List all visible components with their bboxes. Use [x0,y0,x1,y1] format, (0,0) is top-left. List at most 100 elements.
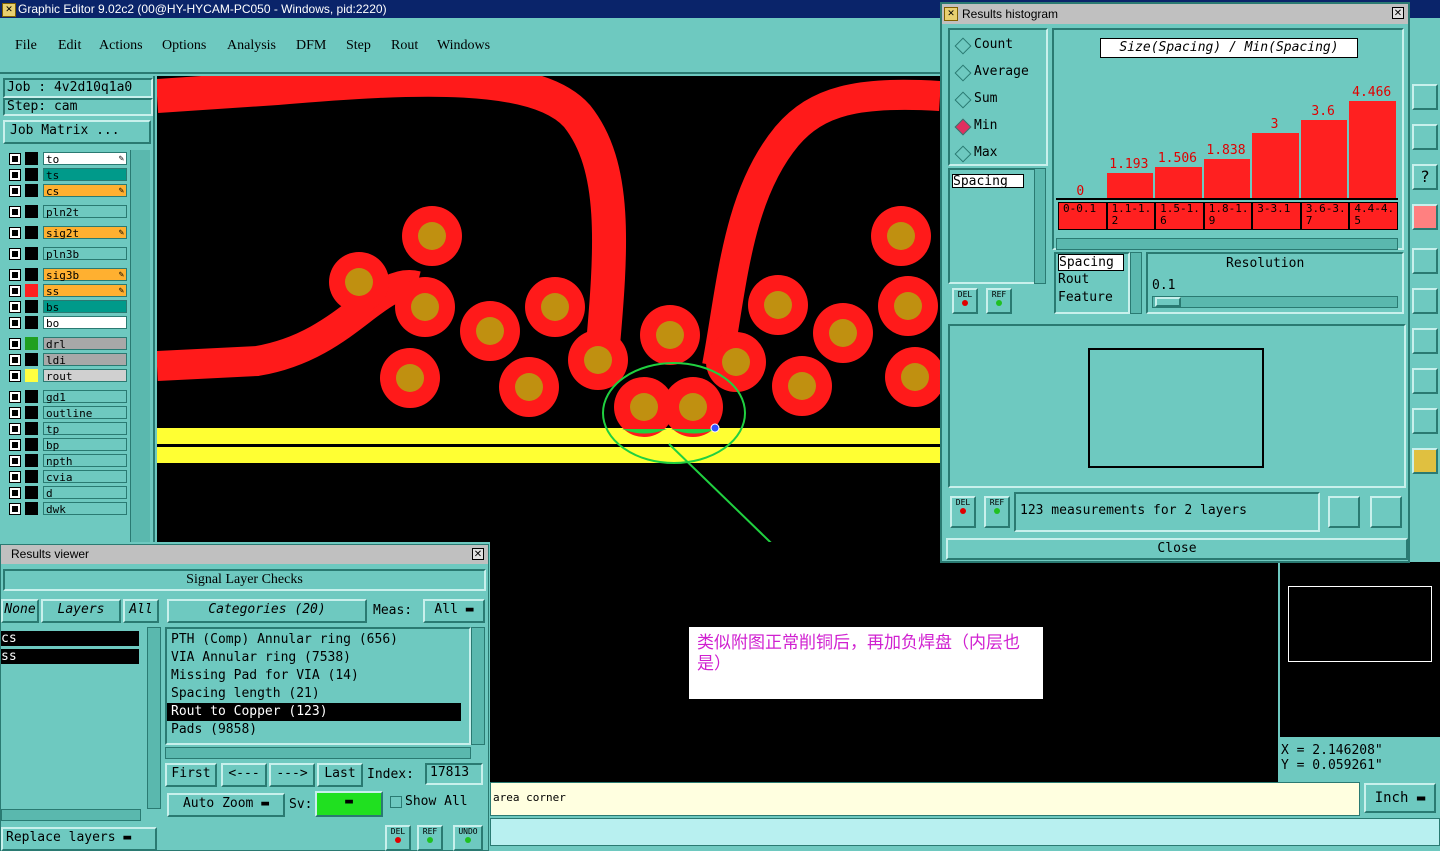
export-icon-1[interactable] [1328,496,1360,528]
res-item-feature[interactable]: Feature [1058,289,1128,307]
histogram-bar[interactable] [1106,173,1154,200]
radio-icon[interactable] [954,145,972,163]
menu-actions[interactable]: Actions [99,38,143,54]
job-matrix-button[interactable]: Job Matrix ... [3,120,151,144]
layer-color-swatch[interactable] [25,184,38,197]
layer-color-swatch[interactable] [25,337,38,350]
layer-list-scrollbar[interactable] [147,627,161,809]
layer-name[interactable]: ts [43,168,127,182]
radio-icon[interactable] [954,37,972,55]
toolbar-icon-4[interactable] [1412,204,1438,230]
layer-checkbox[interactable] [9,269,21,281]
resolution-list-scrollbar[interactable] [1130,252,1142,314]
option-sum[interactable]: Sum [954,90,1046,109]
option-average[interactable]: Average [954,63,1046,82]
layer-name[interactable]: ss ✎ [43,284,127,298]
layer-checkbox[interactable] [9,317,21,329]
layer-name[interactable]: tp [43,422,127,436]
layer-name[interactable]: pln3b [43,247,127,261]
toolbar-icon-8[interactable] [1412,368,1438,394]
resolution-type-list[interactable]: Spacing Rout Feature [1054,252,1130,314]
histogram-bar[interactable] [1349,100,1396,200]
undo-button[interactable]: UNDO [453,825,483,851]
layer-name[interactable]: bs [43,300,127,314]
layer-checkbox[interactable] [9,206,21,218]
chart-hscrollbar[interactable] [1056,238,1398,250]
del-button[interactable]: DEL [952,288,978,314]
toolbar-icon-1[interactable] [1412,84,1438,110]
layer-color-swatch[interactable] [25,268,38,281]
show-all-checkbox[interactable] [390,796,402,808]
layer-name[interactable]: bp [43,438,127,452]
option-max[interactable]: Max [954,144,1046,163]
layer-name[interactable]: to ✎ [43,152,127,166]
close-icon[interactable]: ✕ [472,548,484,560]
index-input[interactable]: 17813 [425,763,483,785]
layer-name[interactable]: rout [43,369,127,383]
layer-list-hscrollbar[interactable] [1,809,141,821]
all-layers-button[interactable]: All [123,599,159,623]
layer-color-swatch[interactable] [25,226,38,239]
category-item[interactable]: PTH (Comp) Annular ring (656) [167,631,469,649]
first-button[interactable]: First [165,763,217,787]
res-item-spacing[interactable]: Spacing [1058,254,1124,271]
menu-step[interactable]: Step [346,38,371,54]
close-button[interactable]: Close [946,538,1408,560]
layer-color-swatch[interactable] [25,438,38,451]
toolbar-icon-7[interactable] [1412,328,1438,354]
menu-dfm[interactable]: DFM [296,38,326,54]
none-button[interactable]: None [1,599,39,623]
layer-name[interactable]: pln2t [43,205,127,219]
layer-name[interactable]: dwk [43,502,127,516]
menu-file[interactable]: File [15,38,37,54]
layer-color-swatch[interactable] [25,470,38,483]
result-layer-ss[interactable]: ss [1,649,139,664]
layer-name[interactable]: gd1 [43,390,127,404]
last-button[interactable]: Last [317,763,363,787]
category-hscrollbar[interactable] [165,747,471,759]
histogram-bar[interactable] [1155,166,1202,200]
measure-item-spacing[interactable]: Spacing [952,174,1024,188]
layer-checkbox[interactable] [9,227,21,239]
layer-checkbox[interactable] [9,455,21,467]
layer-name[interactable]: ldi [43,353,127,367]
radio-icon[interactable] [954,91,972,109]
layer-checkbox[interactable] [9,354,21,366]
layer-checkbox[interactable] [9,423,21,435]
layer-color-swatch[interactable] [25,316,38,329]
layer-scrollbar[interactable] [130,150,150,542]
toolbar-icon-2[interactable] [1412,124,1438,150]
command-field[interactable] [490,818,1440,846]
layer-checkbox[interactable] [9,471,21,483]
layer-color-swatch[interactable] [25,353,38,366]
toolbar-icon-10[interactable] [1412,448,1438,474]
toolbar-icon-9[interactable] [1412,408,1438,434]
categories-button[interactable]: Categories (20) [167,599,367,623]
layer-name[interactable]: bo [43,316,127,330]
histogram-bar[interactable] [1300,119,1348,200]
menu-options[interactable]: Options [162,38,206,54]
layer-checkbox[interactable] [9,370,21,382]
option-count[interactable]: Count [954,36,1046,55]
layer-name[interactable]: outline [43,406,127,420]
graphics-canvas[interactable] [157,76,940,542]
ref-button[interactable]: REF [984,496,1010,528]
sv-color-select[interactable]: ▬ [315,791,383,817]
res-item-rout[interactable]: Rout [1058,271,1128,289]
measure-list-scrollbar[interactable] [1034,168,1046,284]
layer-name[interactable]: sig2t ✎ [43,226,127,240]
category-item[interactable]: Missing Pad for VIA (14) [167,667,469,685]
auto-zoom-select[interactable]: Auto Zoom ▬ [167,793,285,817]
radio-icon[interactable] [954,118,972,136]
radio-icon[interactable] [954,64,972,82]
layer-color-swatch[interactable] [25,284,38,297]
category-item[interactable]: Rout to Copper (123) [167,703,461,721]
layer-checkbox[interactable] [9,439,21,451]
layer-color-swatch[interactable] [25,152,38,165]
layer-color-swatch[interactable] [25,422,38,435]
layer-color-swatch[interactable] [25,406,38,419]
layer-name[interactable]: cvia [43,470,127,484]
toolbar-icon-5[interactable] [1412,248,1438,274]
del-button[interactable]: DEL [950,496,976,528]
resolution-slider-thumb[interactable] [1155,297,1181,307]
